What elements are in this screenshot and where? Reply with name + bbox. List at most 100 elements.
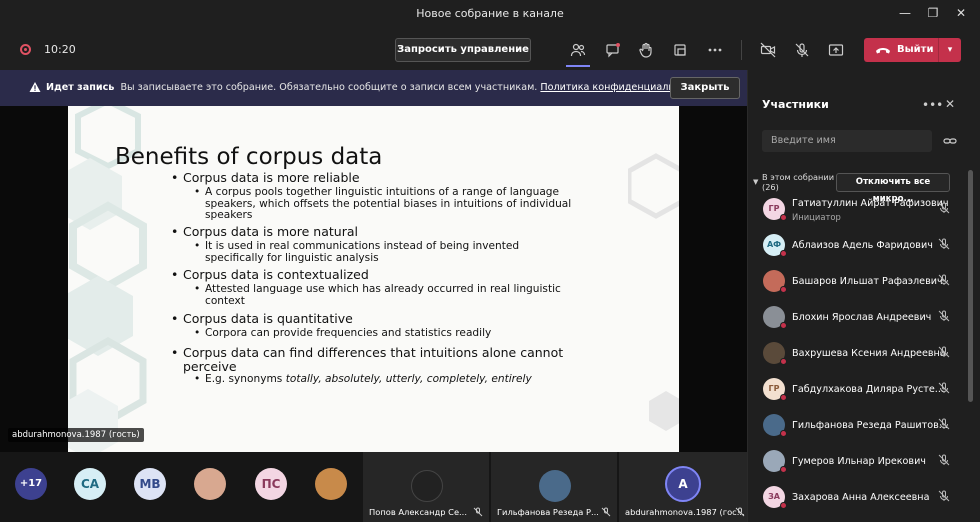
participant-row[interactable]: Гумеров Ильнар Ирекович (748, 446, 973, 480)
rooms-button[interactable] (668, 38, 692, 62)
toolbar-divider (741, 40, 742, 60)
tile-name: Гильфанова Резеда Р... (497, 507, 599, 517)
raise-hand-button[interactable] (634, 38, 658, 62)
recording-icon (20, 44, 31, 55)
section-header[interactable]: В этом собрании (26) (762, 172, 834, 192)
chevron-down-icon[interactable]: ▼ (753, 178, 758, 186)
share-button[interactable] (824, 38, 848, 62)
slide-bullet: Corpus data is quantitative (171, 312, 353, 327)
slide-decoration-right (628, 153, 679, 431)
video-gallery: +17 СА МВ ПС Попов Александр Се... Гильф… (0, 452, 747, 522)
overflow-participants[interactable]: +17 (15, 468, 47, 500)
participants-button[interactable] (566, 38, 590, 67)
avatar-initials: ГР (768, 204, 780, 213)
avatar: ЗА (763, 486, 787, 509)
tile-name: Попов Александр Се... (369, 507, 467, 517)
close-window-icon[interactable]: ✕ (953, 5, 969, 21)
banner-message: Вы записываете это собрание. Обязательно… (120, 82, 538, 93)
close-banner-button[interactable]: Закрыть (670, 77, 740, 99)
slide-sub-bullet: A corpus pools together linguistic intui… (194, 186, 575, 222)
participant-row[interactable]: Блохин Ярослав Андреевич (748, 302, 973, 336)
tile-name: abdurahmonova.1987 (гос... (625, 507, 745, 517)
meeting-timer: 10:20 (44, 43, 76, 56)
participant-row[interactable]: ГР Габдулхакова Диляра Русте... (748, 374, 973, 408)
status-badge (780, 502, 787, 509)
warning-icon (29, 82, 41, 92)
slide-bullet: Corpus data is contextualized (171, 268, 369, 283)
status-badge (780, 394, 787, 401)
leave-label: Выйти (897, 44, 934, 55)
participant-name: Вахрушева Ксения Андреевна (792, 348, 946, 359)
participant-name: Габдулхакова Диляра Русте... (792, 384, 944, 395)
maximize-icon[interactable]: ❐ (925, 5, 941, 21)
slide-bullet: Corpus data is more reliable (171, 171, 360, 186)
window-title: Новое собрание в канале (416, 7, 564, 20)
microphone-button[interactable] (790, 38, 814, 62)
status-badge (780, 358, 787, 365)
avatar[interactable]: ПС (255, 468, 287, 500)
mute-all-button[interactable]: Отключить все микро... (836, 173, 950, 204)
banner-bold: Идет запись (46, 82, 115, 93)
avatar: ГР (763, 378, 787, 401)
avatar[interactable]: СА (74, 468, 106, 500)
mic-off-icon[interactable] (938, 418, 950, 430)
mic-off-icon[interactable] (938, 454, 950, 466)
avatar: АФ (763, 234, 787, 257)
mic-off-icon[interactable] (938, 274, 950, 286)
participant-name: Башаров Ильшат Рафаэлевич (792, 276, 943, 287)
more-icon[interactable]: ••• (922, 98, 943, 112)
avatar[interactable]: МВ (134, 468, 166, 500)
status-badge (780, 286, 787, 293)
participant-row[interactable]: АФ Аблаизов Адель Фаридович (748, 230, 973, 264)
video-tile[interactable]: Гильфанова Резеда Р... (489, 452, 617, 522)
mic-off-icon[interactable] (938, 346, 950, 358)
avatar-initials: ГР (768, 384, 780, 393)
sub-italic: totally, absolutely, utterly, completely… (285, 373, 532, 385)
avatar-initials: АФ (766, 240, 782, 249)
chat-icon (606, 43, 620, 58)
avatar-photo[interactable] (194, 468, 226, 500)
share-screen-icon (828, 44, 844, 56)
request-control-button[interactable]: Запросить управление (395, 38, 531, 62)
participant-row[interactable]: ЗА Захарова Анна Алексеевна (748, 482, 973, 516)
more-actions-button[interactable] (703, 38, 727, 62)
slide-bullet: Corpus data can find differences that in… (171, 346, 583, 374)
search-input[interactable]: Введите имя (762, 130, 932, 152)
presenter-name-chip: abdurahmonova.1987 (гость) (8, 428, 144, 442)
avatar-photo[interactable] (315, 468, 347, 500)
close-icon[interactable]: ✕ (945, 97, 955, 111)
status-badge (780, 250, 787, 257)
camera-button[interactable] (756, 38, 780, 62)
mic-off-icon[interactable] (938, 202, 950, 214)
slide-sub-bullet: Corpora can provide frequencies and stat… (194, 327, 575, 340)
mic-off-icon (795, 43, 809, 57)
share-link-icon[interactable] (943, 135, 957, 147)
minimize-icon[interactable]: — (897, 5, 913, 21)
mic-off-icon[interactable] (938, 382, 950, 394)
status-badge (780, 322, 787, 329)
participant-row[interactable]: Гильфанова Резеда Рашитов... (748, 410, 973, 444)
participant-name: Захарова Анна Алексеевна (792, 492, 930, 503)
video-tile[interactable]: Попов Александр Се... (361, 452, 489, 522)
mic-off-icon[interactable] (938, 238, 950, 250)
chevron-down-icon[interactable]: ▾ (938, 38, 961, 62)
scrollbar[interactable] (968, 170, 973, 402)
participant-row[interactable]: Башаров Ильшат Рафаэлевич (748, 266, 973, 300)
status-badge (780, 430, 787, 437)
mic-off-icon[interactable] (938, 310, 950, 322)
mic-off-icon[interactable] (938, 490, 950, 502)
slide-sub-bullet: It is used in real communications instea… (194, 240, 575, 264)
participant-row[interactable]: Вахрушева Ксения Андреевна (748, 338, 973, 372)
status-badge (780, 214, 787, 221)
participant-name: Гильфанова Резеда Рашитов... (792, 420, 948, 431)
participant-row[interactable]: ГР Гатиатуллин Айрат Рафизович Инициатор (748, 194, 973, 228)
banner-text: Идет запись Вы записываете это собрание.… (46, 82, 703, 93)
participant-name: Блохин Ярослав Андреевич (792, 312, 932, 323)
recording-banner: Идет запись Вы записываете это собрание.… (0, 70, 747, 106)
chat-button[interactable] (601, 38, 625, 62)
section-label: В этом собрании (762, 172, 835, 182)
video-tile-self[interactable]: А abdurahmonova.1987 (гос... (617, 452, 747, 522)
leave-button[interactable]: Выйти ▾ (864, 38, 961, 62)
mic-off-icon (735, 507, 745, 517)
title-bar: Новое собрание в канале — ❐ ✕ (0, 0, 980, 28)
